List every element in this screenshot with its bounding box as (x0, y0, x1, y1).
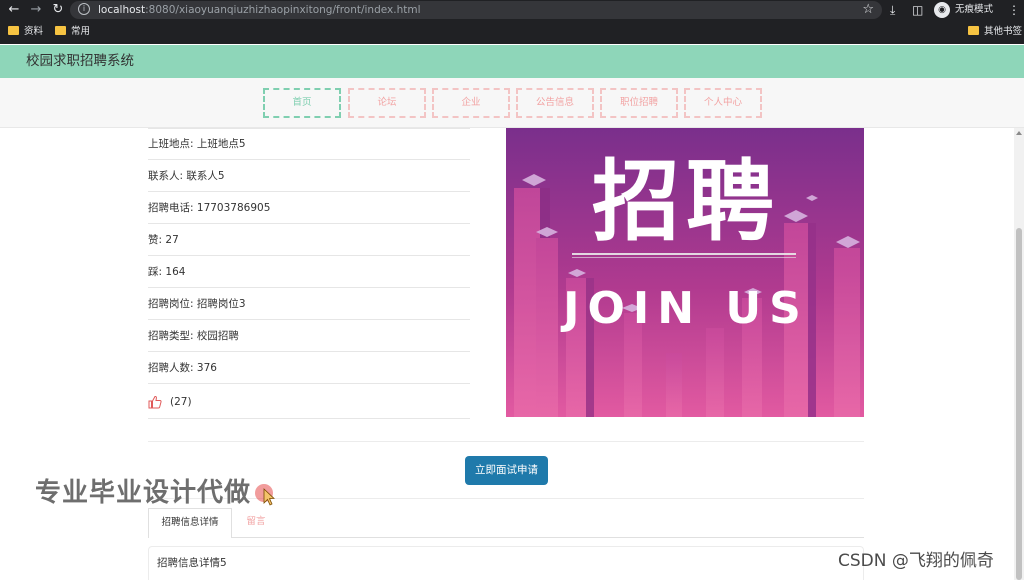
field-position: 招聘岗位招聘岗位3 (148, 288, 470, 320)
field-headcount: 招聘人数376 (148, 352, 470, 384)
scrollbar-thumb[interactable] (1016, 228, 1022, 580)
star-icon[interactable]: ☆ (862, 1, 874, 19)
folder-icon (8, 26, 19, 35)
browser-toolbar: ← → ↻ i localhost:8080/xiaoyuanqiuzhizha… (0, 0, 1024, 20)
nav-forum[interactable]: 论坛 (348, 88, 426, 118)
apply-interview-button[interactable]: 立即面试申请 (465, 456, 548, 485)
folder-icon (55, 26, 66, 35)
info-icon[interactable]: i (78, 3, 90, 15)
nav-home[interactable]: 首页 (263, 88, 341, 118)
reload-icon[interactable]: ↻ (50, 2, 66, 18)
menu-icon[interactable]: ⋮ (1008, 2, 1020, 18)
field-dislikes: 踩164 (148, 256, 470, 288)
tab-messages[interactable]: 留言 (236, 508, 276, 538)
nav-jobs[interactable]: 职位招聘 (600, 88, 678, 118)
csdn-watermark: CSDN @飞翔的佩奇 (838, 551, 994, 571)
browser-chrome: ← → ↻ i localhost:8080/xiaoyuanqiuzhizha… (0, 0, 1024, 44)
field-likes: 赞27 (148, 224, 470, 256)
nav-announcements[interactable]: 公告信息 (516, 88, 594, 118)
watermark-text: 专业毕业设计代做 (35, 478, 252, 508)
like-action[interactable]: (27) (148, 387, 470, 419)
detail-panel: 招聘信息详情5 (148, 546, 864, 580)
bookmark-ziliao[interactable]: 资料 (8, 25, 43, 39)
job-detail-content: 上班地点上班地点5 联系人联系人5 招聘电话17703786905 赞27 踩1… (0, 128, 1014, 580)
sidebar-icon[interactable]: ◫ (912, 2, 923, 18)
banner-subtitle: JOIN US (560, 283, 809, 334)
profile-label: 无痕模式 (955, 4, 994, 15)
like-count: (27) (170, 396, 192, 408)
bookmark-other[interactable]: 其他书签 (968, 25, 1022, 39)
nav-company[interactable]: 企业 (432, 88, 510, 118)
folder-icon (968, 26, 979, 35)
incognito-icon: ◉ (934, 2, 950, 18)
tab-job-detail[interactable]: 招聘信息详情 (148, 508, 232, 538)
site-header: 校园求职招聘系统 (0, 45, 1024, 78)
field-type: 招聘类型校园招聘 (148, 320, 470, 352)
bookmark-changyong[interactable]: 常用 (55, 25, 90, 39)
field-phone: 招聘电话17703786905 (148, 192, 470, 224)
divider (148, 441, 864, 442)
tab-underline (232, 537, 864, 538)
page-scrollbar[interactable] (1014, 128, 1024, 580)
scroll-up-icon[interactable] (1016, 131, 1022, 135)
cursor-icon (255, 484, 275, 506)
nav-personal-center[interactable]: 个人中心 (684, 88, 762, 118)
job-banner-image: 招聘 JOIN US (506, 128, 864, 417)
incognito-profile[interactable]: ◉ 无痕模式 (934, 2, 998, 18)
forward-icon[interactable]: → (28, 2, 44, 18)
field-contact: 联系人联系人5 (148, 160, 470, 192)
address-bar[interactable]: i localhost:8080/xiaoyuanqiuzhizhaopinxi… (70, 1, 882, 19)
thumbs-up-icon[interactable] (148, 395, 162, 409)
bookmarks-bar: 资料 常用 其他书签 (0, 22, 1024, 42)
url-text[interactable]: localhost:8080/xiaoyuanqiuzhizhaopinxito… (98, 3, 421, 17)
field-work-location: 上班地点上班地点5 (148, 128, 470, 160)
main-nav: 首页 论坛 企业 公告信息 职位招聘 个人中心 (0, 78, 1024, 128)
back-icon[interactable]: ← (6, 2, 22, 18)
site-title: 校园求职招聘系统 (26, 53, 134, 69)
banner-title: 招聘 (592, 150, 780, 253)
download-icon[interactable]: ⤓ (890, 2, 895, 18)
